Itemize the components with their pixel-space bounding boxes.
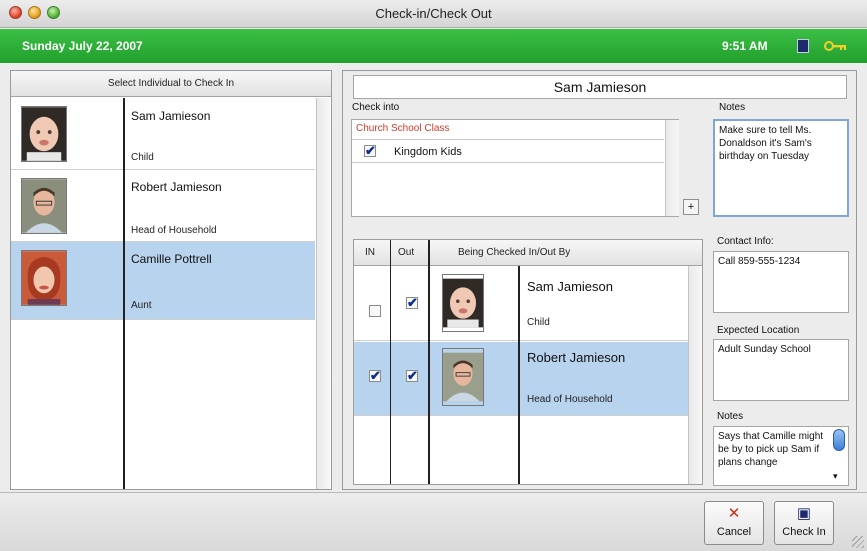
detail-panel: Sam Jamieson Check into Church School Cl… xyxy=(342,70,857,490)
person-name: Robert Jamieson xyxy=(131,180,222,194)
document-icon[interactable] xyxy=(797,39,809,53)
notes-textarea[interactable]: Make sure to tell Ms. Donaldson it's Sam… xyxy=(713,119,849,217)
check-into-label: Check into xyxy=(352,102,400,113)
notes-secondary-label: Notes xyxy=(717,411,744,422)
check-in-label: Check In xyxy=(782,526,826,538)
notes-label: Notes xyxy=(719,102,746,113)
column-divider xyxy=(428,240,430,484)
class-name: Kingdom Kids xyxy=(394,146,462,158)
col-in-header: IN xyxy=(365,247,375,258)
selected-person-name: Sam Jamieson xyxy=(353,75,847,99)
column-divider xyxy=(390,240,391,484)
list-item-person-selected[interactable]: Camille Pottrell Aunt xyxy=(11,242,315,320)
column-divider xyxy=(123,98,125,489)
header-date: Sunday July 22, 2007 xyxy=(22,39,143,53)
person-name: Camille Pottrell xyxy=(131,252,212,266)
column-divider xyxy=(518,266,520,484)
header-time: 9:51 AM xyxy=(722,39,768,53)
person-photo-adult-man xyxy=(442,348,484,406)
person-role: Head of Household xyxy=(131,225,217,236)
person-role: Child xyxy=(527,317,550,328)
grid-scrollbar[interactable] xyxy=(688,266,702,484)
key-icon[interactable] xyxy=(824,39,848,53)
person-role: Child xyxy=(131,152,154,163)
checked-by-row-selected[interactable]: Robert Jamieson Head of Household xyxy=(354,342,688,416)
check-in-disk-icon: ▣ xyxy=(796,505,812,522)
individual-list-scrollbar[interactable] xyxy=(316,98,330,489)
list-item-person[interactable]: Sam Jamieson Child xyxy=(11,98,315,170)
check-into-list: Church School Class Kingdom Kids xyxy=(351,119,679,217)
col-checked-by-header: Being Checked In/Out By xyxy=(458,247,571,258)
scroll-down-arrow-icon[interactable]: ▾ xyxy=(833,471,838,482)
check-in-checkbox[interactable] xyxy=(369,368,381,384)
person-photo-adult-woman xyxy=(21,250,67,306)
class-list-item[interactable]: Kingdom Kids xyxy=(352,141,664,163)
person-photo-adult-man xyxy=(21,178,67,234)
person-name: Robert Jamieson xyxy=(527,350,626,365)
bottom-toolbar: ✕ Cancel ▣ Check In xyxy=(0,492,867,551)
checked-by-row[interactable]: Sam Jamieson Child xyxy=(354,267,688,341)
check-in-button[interactable]: ▣ Check In xyxy=(774,501,834,545)
individual-list-header: Select Individual to Check In xyxy=(11,71,331,97)
resize-grip-icon[interactable] xyxy=(852,536,864,548)
check-out-checkbox[interactable] xyxy=(406,368,418,384)
contact-info-field[interactable]: Call 859-555-1234 xyxy=(713,251,849,313)
class-checkbox[interactable] xyxy=(364,143,376,159)
person-name: Sam Jamieson xyxy=(527,279,613,294)
header-bar: Sunday July 22, 2007 9:51 AM xyxy=(0,29,867,63)
person-photo-child xyxy=(442,274,484,332)
individual-list-panel: Select Individual to Check In Sam Jamies… xyxy=(10,70,332,490)
add-class-button[interactable]: + xyxy=(683,199,699,215)
checked-by-grid: IN Out Being Checked In/Out By Sam Jamie… xyxy=(353,239,703,485)
col-out-header: Out xyxy=(398,247,415,258)
window-title: Check-in/Check Out xyxy=(375,6,492,21)
cancel-label: Cancel xyxy=(716,526,752,538)
person-role: Aunt xyxy=(131,300,152,311)
class-category-header: Church School Class xyxy=(352,120,664,140)
cancel-button[interactable]: ✕ Cancel xyxy=(704,501,764,545)
expected-location-label: Expected Location xyxy=(717,325,800,336)
expected-location-field[interactable]: Adult Sunday School xyxy=(713,339,849,401)
cancel-x-icon: ✕ xyxy=(727,505,741,522)
check-out-checkbox[interactable] xyxy=(406,295,418,311)
check-in-checkbox[interactable] xyxy=(369,305,381,317)
window-titlebar: Check-in/Check Out xyxy=(0,0,867,28)
check-into-scrollbar[interactable] xyxy=(665,120,679,216)
list-item-person[interactable]: Robert Jamieson Head of Household xyxy=(11,170,315,242)
notes-scroll-thumb[interactable] xyxy=(833,429,845,451)
grid-header: IN Out Being Checked In/Out By xyxy=(354,240,702,266)
person-name: Sam Jamieson xyxy=(131,109,211,123)
person-role: Head of Household xyxy=(527,394,613,405)
person-photo-child xyxy=(21,106,67,162)
contact-info-label: Contact Info: xyxy=(717,236,774,247)
notes-secondary-textarea[interactable]: Says that Camille might be by to pick up… xyxy=(713,426,849,486)
